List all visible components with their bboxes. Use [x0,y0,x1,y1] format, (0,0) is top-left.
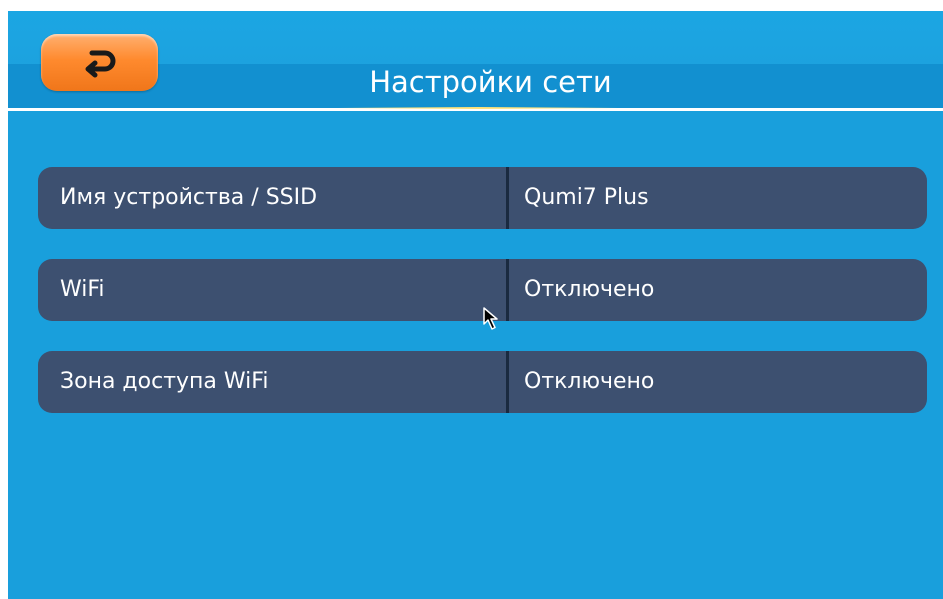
setting-value: Отключено [524,277,655,302]
setting-value: Отключено [524,369,655,394]
header-accent-line [338,107,618,109]
page-title: Настройки сети [369,65,612,99]
setting-label: Зона доступа WiFi [60,369,269,394]
setting-label: WiFi [60,277,105,302]
setting-row-wifi-hotspot[interactable]: Зона доступа WiFi Отключено [38,351,927,413]
row-divider [506,167,509,229]
header: Настройки сети [8,11,943,108]
row-divider [506,351,509,413]
setting-label: Имя устройства / SSID [60,185,318,210]
row-divider [506,259,509,321]
network-settings-screen: Настройки сети Имя устройства / SSID Qum… [8,11,943,599]
setting-value: Qumi7 Plus [524,185,649,210]
setting-row-device-name[interactable]: Имя устройства / SSID Qumi7 Plus [38,167,927,229]
setting-row-wifi[interactable]: WiFi Отключено [38,259,927,321]
